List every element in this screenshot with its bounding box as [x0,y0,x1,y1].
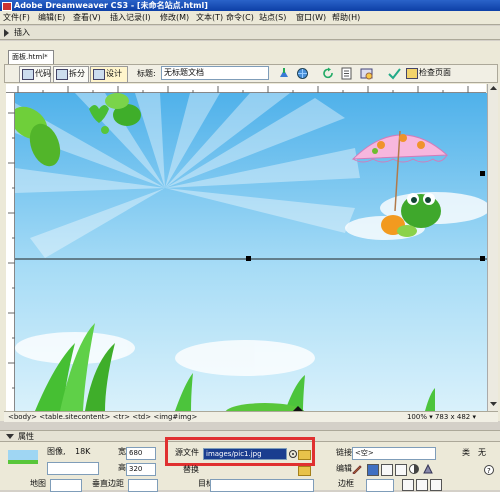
height-label: 高 [118,463,126,472]
menu-commands[interactable]: 命令(C) [226,12,254,24]
status-bar: <body> <table.sitecontent> <tr> <td> <im… [4,411,498,422]
width-input[interactable]: 680 [126,447,156,460]
menu-view[interactable]: 查看(V) [73,12,101,24]
code-view-label: 代码 [35,69,51,78]
sharpen-icon[interactable] [423,464,433,474]
source-file-input[interactable]: images/pic1.jpg [203,448,287,460]
preview-browser-icon[interactable] [296,67,309,80]
refresh-icon[interactable] [322,67,335,80]
code-view-icon [22,69,34,80]
width-label: 宽 [118,447,126,456]
border-input[interactable] [366,479,394,492]
resize-handle[interactable] [480,256,485,261]
check-page-label: 检查页面 [419,68,451,77]
design-view-label: 设计 [106,69,122,78]
split-view-icon [56,69,68,80]
image-size: 18K [75,447,91,456]
menu-edit[interactable]: 编辑(E) [38,12,65,24]
validate-markup-icon[interactable] [388,67,401,80]
resample-icon[interactable] [395,464,407,476]
tag-selector[interactable]: <body> <table.sitecontent> <tr> <td> <im… [8,412,197,422]
view-options-icon[interactable] [340,67,353,80]
properties-panel-label: 属性 [18,432,34,441]
expand-arrow-icon[interactable] [4,29,9,37]
point-to-file-icon[interactable] [289,449,297,459]
vspace-label: 垂直边距 [92,479,124,488]
title-input[interactable]: 无标题文档 [161,66,269,80]
scroll-down-icon [490,402,497,406]
menu-modify[interactable]: 修改(M) [160,12,189,24]
design-view-button[interactable]: 设计 [90,66,128,83]
crop-icon[interactable] [381,464,393,476]
menu-insert[interactable]: 插入记录(I) [110,12,151,24]
link-folder-icon[interactable] [298,466,311,476]
scroll-up-icon [490,86,497,90]
menu-file[interactable]: 文件(F) [3,12,30,24]
dreamweaver-app-icon [2,2,12,11]
height-input[interactable]: 320 [126,463,156,476]
align-left-icon[interactable] [402,479,414,491]
code-view-button[interactable]: 代码 [19,66,51,83]
svg-text:?: ? [487,467,491,475]
zoom-level[interactable]: 100% ▾ 783 x 482 ▾ [407,412,476,422]
edit-label: 编辑 [336,464,352,473]
border-label: 边框 [338,479,354,488]
map-label: 地图 [30,479,46,488]
design-view-icon [93,69,105,80]
help-icon[interactable]: ? [484,465,494,475]
collapse-arrow-icon[interactable] [6,434,14,439]
alt-text-label: 链接 [336,448,352,457]
vertical-scrollbar[interactable] [487,84,498,411]
insert-panel-label: 插入 [14,28,30,37]
window-title: Adobe Dreamweaver CS3 - [未命名站点.html] [14,1,208,10]
edit-pencil-icon[interactable] [352,464,362,474]
split-view-button[interactable]: 拆分 [53,66,89,83]
class-label: 类 [462,448,470,457]
class-value[interactable]: 无 [478,447,486,459]
menu-help[interactable]: 帮助(H) [332,12,360,24]
menu-bar: 文件(F) 编辑(E) 查看(V) 插入记录(I) 修改(M) 文本(T) 命令… [0,11,500,25]
align-center-icon[interactable] [416,479,428,491]
menu-window[interactable]: 窗口(W) [296,12,326,24]
document-tab[interactable]: 面板.html* [8,50,54,64]
alt-text-select[interactable]: <空> [352,447,436,460]
target-select[interactable] [210,479,314,492]
image-label: 图像, [47,447,66,456]
split-view-label: 拆分 [69,69,85,78]
menu-site[interactable]: 站点(S) [259,12,286,24]
menu-text[interactable]: 文本(T) [196,12,223,24]
source-label: 源文件 [175,448,199,457]
brightness-contrast-icon[interactable] [409,464,419,474]
horizontal-ruler [6,84,486,93]
title-bar: Adobe Dreamweaver CS3 - [未命名站点.html] [0,0,500,11]
browse-folder-icon[interactable] [298,450,311,460]
check-page-icon [406,68,418,79]
insert-panel-header[interactable]: 插入 [0,26,500,40]
vertical-ruler [6,93,15,411]
page-background-image[interactable] [15,93,487,411]
resize-handle[interactable] [480,171,485,176]
resize-handle[interactable] [246,256,251,261]
optimize-icon[interactable] [367,464,379,476]
vspace-input[interactable] [128,479,158,492]
design-canvas[interactable] [15,93,487,411]
file-management-icon[interactable] [278,67,291,80]
map-name-input[interactable] [50,479,82,492]
alt-label: 替换 [183,465,199,474]
align-right-icon[interactable] [430,479,442,491]
title-label: 标题: [137,69,156,78]
image-thumbnail-icon [8,450,38,464]
check-page-button[interactable]: 检查页面 [404,66,466,81]
image-id-input[interactable] [47,462,99,475]
visual-aids-icon[interactable] [360,67,373,80]
